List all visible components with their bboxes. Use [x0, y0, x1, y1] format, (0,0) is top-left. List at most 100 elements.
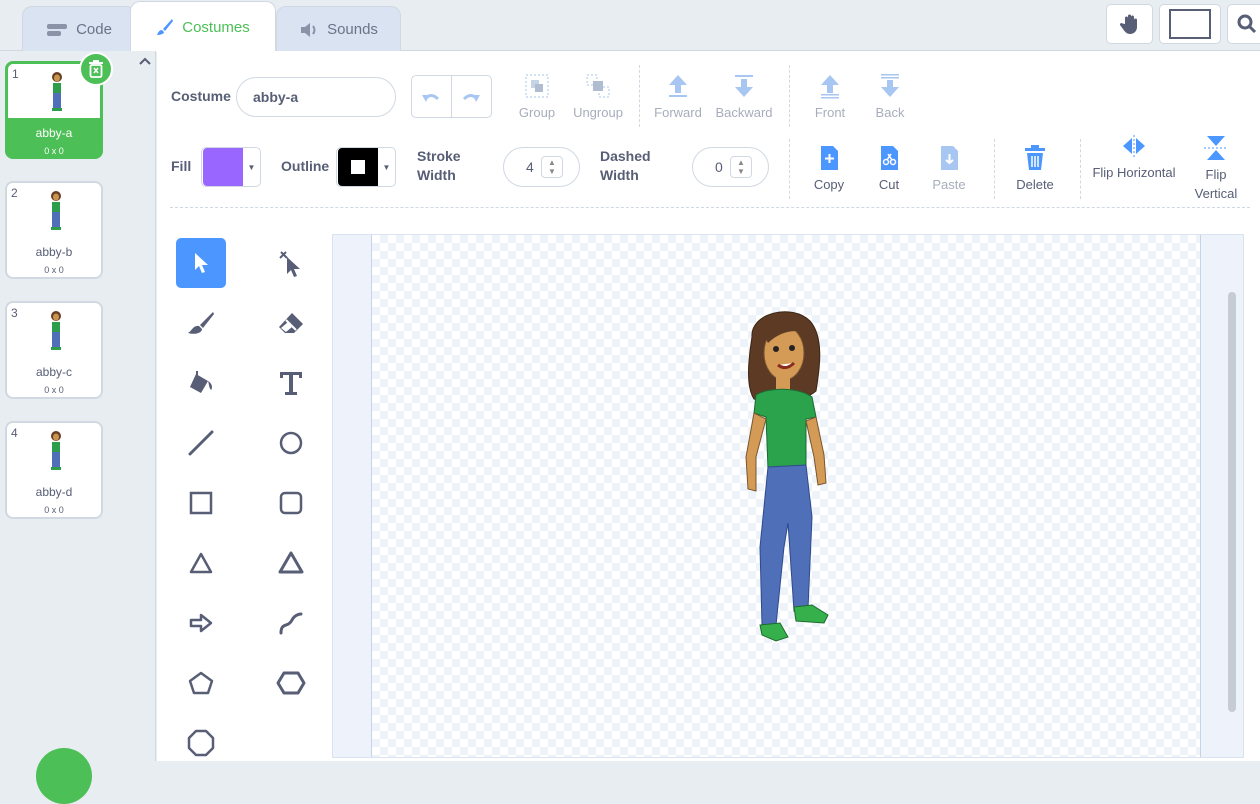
dashed-width-spinner[interactable]: ▲ ▼: [730, 156, 752, 178]
costume-item-2[interactable]: 2 abby-b 0 x 0: [5, 181, 103, 279]
dashed-width-input[interactable]: 0 ▲ ▼: [692, 147, 769, 187]
pentagon-tool[interactable]: [176, 658, 226, 708]
line-tool[interactable]: [176, 418, 226, 468]
redo-icon: [463, 93, 481, 102]
tab-code[interactable]: Code: [22, 6, 136, 52]
flip-vertical-button[interactable]: Flip Vertical: [1186, 135, 1246, 203]
delete-shape-button[interactable]: Delete: [1000, 145, 1070, 192]
flip-vertical-label: Flip Vertical: [1194, 167, 1238, 201]
toolbar-divider: [789, 139, 790, 199]
triangle-tool[interactable]: [176, 538, 226, 588]
forward-button[interactable]: Forward: [643, 73, 713, 120]
rounded-rectangle-icon: [279, 491, 303, 515]
redo-button[interactable]: [452, 76, 492, 117]
costume-number: 2: [11, 186, 18, 200]
text-tool[interactable]: [266, 358, 316, 408]
curve-icon: [279, 612, 303, 635]
eraser-icon: [279, 313, 303, 333]
costume-item-4[interactable]: 4 abby-d 0 x 0: [5, 421, 103, 519]
outline-swatch: [338, 148, 378, 186]
group-button[interactable]: Group: [502, 73, 572, 120]
arrow-tool[interactable]: [176, 598, 226, 648]
curve-tool[interactable]: [266, 598, 316, 648]
undo-icon: [422, 93, 440, 102]
forward-label: Forward: [654, 105, 702, 120]
fill-swatch: [203, 148, 243, 186]
fill-tool[interactable]: [176, 358, 226, 408]
abby-thumbnail: [51, 311, 61, 350]
flip-horizontal-icon: [1123, 135, 1145, 157]
search-icon: [1237, 14, 1257, 34]
outline-color-picker[interactable]: ▼: [336, 147, 396, 187]
front-icon: [821, 75, 839, 99]
forward-icon: [669, 75, 687, 97]
costume-size: 0 x 0: [44, 265, 64, 275]
vertical-scrollbar[interactable]: [1228, 292, 1236, 712]
costume-name-input[interactable]: [236, 77, 396, 117]
fill-color-picker[interactable]: ▼: [201, 147, 261, 187]
toolbar-divider: [639, 65, 640, 127]
abby-thumbnail: [51, 191, 61, 230]
reshape-tool[interactable]: [266, 238, 316, 288]
search-button[interactable]: [1227, 4, 1260, 44]
circle-tool[interactable]: [266, 418, 316, 468]
stroke-width-input[interactable]: 4 ▲ ▼: [503, 147, 580, 187]
group-icon: [525, 74, 549, 98]
undo-button[interactable]: [412, 76, 452, 117]
tab-sounds[interactable]: Sounds: [276, 6, 401, 52]
costume-name: abby-c: [35, 365, 73, 379]
abby-thumbnail: [52, 72, 62, 111]
back-button[interactable]: Back: [855, 73, 925, 120]
paint-editor: Costume Group Ungroup Forward Backward F…: [157, 51, 1260, 761]
costume-number: 1: [12, 67, 19, 81]
costume-size: 0 x 0: [44, 146, 64, 156]
choose-costume-button[interactable]: [36, 748, 92, 804]
brush-icon: [157, 19, 174, 35]
paint-canvas-area: [332, 234, 1244, 758]
paste-button[interactable]: Paste: [914, 145, 984, 192]
flip-horizontal-label: Flip Horizontal: [1092, 165, 1176, 180]
line-icon: [188, 430, 214, 456]
paint-bucket-icon: [190, 371, 212, 393]
paint-canvas[interactable]: [371, 235, 1201, 757]
hexagon-tool[interactable]: [266, 658, 316, 708]
stroke-width-spinner[interactable]: ▲ ▼: [541, 156, 563, 178]
speaker-icon: [301, 22, 316, 37]
outline-label: Outline: [281, 158, 330, 174]
stroke-width-value: 4: [526, 159, 534, 175]
costume-name-label: Costume: [171, 88, 231, 104]
costume-size: 0 x 0: [44, 505, 64, 515]
ungroup-icon: [586, 74, 610, 98]
ungroup-button[interactable]: Ungroup: [563, 73, 633, 120]
backward-icon: [735, 75, 753, 97]
flip-horizontal-button[interactable]: Flip Horizontal: [1089, 135, 1179, 182]
abby-costume-image[interactable]: [732, 307, 852, 657]
toolbar-divider: [789, 65, 790, 127]
tab-costumes-label: Costumes: [182, 18, 250, 36]
select-tool[interactable]: [176, 238, 226, 288]
full-stage-button[interactable]: [1159, 4, 1221, 44]
scroll-up-icon[interactable]: [139, 56, 151, 66]
small-stage-button[interactable]: [1106, 4, 1153, 44]
tab-costumes[interactable]: Costumes: [130, 1, 276, 52]
paste-icon: [941, 146, 958, 170]
rounded-rectangle-tool[interactable]: [266, 478, 316, 528]
text-icon: [280, 372, 302, 395]
delete-costume-button[interactable]: [79, 52, 113, 86]
cut-label: Cut: [878, 177, 900, 192]
eraser-tool[interactable]: [266, 298, 316, 348]
dashed-width-label: Dashed Width: [600, 148, 651, 183]
costume-item-3[interactable]: 3 abby-c 0 x 0: [5, 301, 103, 399]
cut-icon: [881, 146, 898, 170]
rectangle-tool[interactable]: [176, 478, 226, 528]
triangle-bold-tool[interactable]: [266, 538, 316, 588]
brush-tool[interactable]: [176, 298, 226, 348]
chevron-down-icon: ▼: [247, 162, 256, 172]
back-label: Back: [875, 105, 905, 120]
reshape-icon: [279, 251, 300, 277]
costume-number: 3: [11, 306, 18, 320]
rectangle-icon: [189, 491, 213, 515]
stage-box-icon: [1169, 9, 1211, 39]
paste-label: Paste: [932, 177, 966, 192]
backward-button[interactable]: Backward: [709, 73, 779, 120]
